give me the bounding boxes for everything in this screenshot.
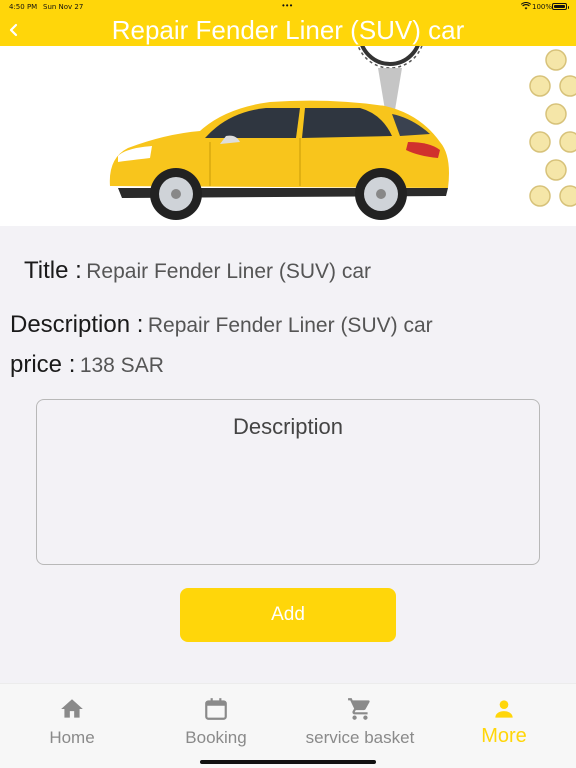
tab-more-label: More <box>481 725 527 747</box>
multitasking-dots-icon: ••• <box>282 1 294 10</box>
tab-service-basket-label: service basket <box>305 728 415 747</box>
service-illustration <box>0 46 576 226</box>
tab-booking[interactable]: Booking <box>144 684 288 756</box>
title-value: Repair Fender Liner (SUV) car <box>86 260 372 283</box>
page-title: Repair Fender Liner (SUV) car <box>111 15 465 45</box>
tab-home[interactable]: Home <box>0 684 144 756</box>
tab-more[interactable]: More <box>432 684 576 756</box>
description-placeholder: Description <box>232 414 344 439</box>
description-label: Description : <box>10 311 144 338</box>
person-icon <box>495 700 513 718</box>
calendar-icon <box>205 698 227 720</box>
battery-percent: 100% <box>532 3 553 11</box>
service-description-row: Description : Repair Fender Liner (SUV) … <box>10 311 433 339</box>
service-price-row: price : 138 SAR <box>10 351 164 379</box>
status-date: Sun Nov 27 <box>43 3 84 11</box>
battery-icon <box>552 3 569 10</box>
service-title-row: Title : Repair Fender Liner (SUV) car <box>24 257 371 285</box>
title-label: Title : <box>24 257 82 284</box>
home-icon <box>61 699 83 718</box>
tab-bar: Home Booking service basket More <box>0 683 576 768</box>
tab-service-basket[interactable]: service basket <box>288 684 432 756</box>
status-time: 4:50 PM <box>9 3 38 11</box>
price-value: 138 SAR <box>79 354 164 377</box>
tab-home-label: Home <box>49 728 95 747</box>
add-button[interactable]: Add <box>180 588 396 642</box>
app-header: Repair Fender Liner (SUV) car <box>0 14 576 46</box>
description-value: Repair Fender Liner (SUV) car <box>147 314 433 337</box>
price-label: price : <box>10 351 76 378</box>
home-indicator <box>200 760 376 764</box>
status-bar: 4:50 PM Sun Nov 27 ••• 100% <box>0 0 576 14</box>
cart-icon <box>348 698 370 720</box>
description-input[interactable]: Description <box>36 399 540 565</box>
tab-booking-label: Booking <box>185 728 247 747</box>
wifi-icon <box>520 2 532 12</box>
